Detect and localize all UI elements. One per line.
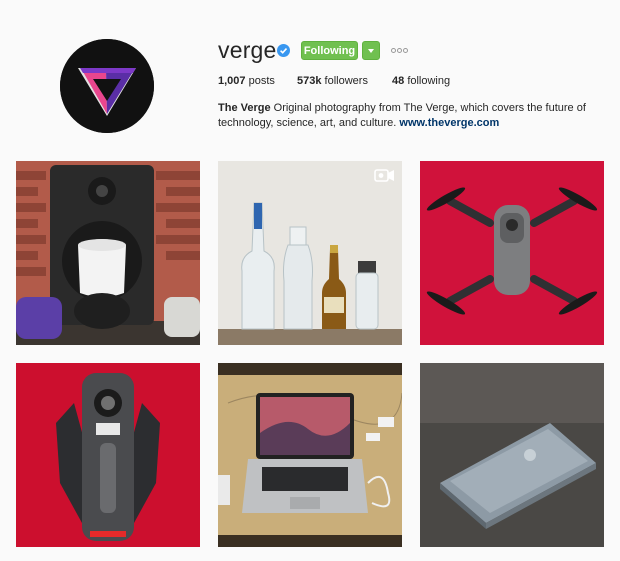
post-image <box>218 363 402 547</box>
post-image <box>420 363 604 547</box>
bio-name: The Verge <box>218 102 271 114</box>
post-thumbnail-4[interactable] <box>16 363 200 547</box>
post-thumbnail-3[interactable] <box>420 161 604 345</box>
following-stat[interactable]: 48 following <box>392 75 450 87</box>
post-image <box>16 363 200 547</box>
following-button[interactable]: Following <box>301 41 358 60</box>
post-thumbnail-2[interactable] <box>218 161 402 345</box>
post-image <box>218 161 402 345</box>
verified-badge-icon <box>277 44 290 57</box>
follow-options-dropdown-button[interactable] <box>362 41 380 60</box>
profile-bio: The Verge Original photography from The … <box>218 101 588 131</box>
post-image <box>420 161 604 345</box>
profile-username: verge <box>218 37 277 63</box>
profile-avatar[interactable] <box>60 39 154 133</box>
followers-stat[interactable]: 573k followers <box>297 75 368 87</box>
post-image <box>16 161 200 345</box>
bio-website-link[interactable]: www.theverge.com <box>399 117 499 129</box>
more-options-icon[interactable] <box>391 45 409 55</box>
post-thumbnail-6[interactable] <box>420 363 604 547</box>
posts-stat: 1,007 posts <box>218 75 275 87</box>
verge-logo-icon <box>60 39 154 133</box>
post-thumbnail-1[interactable] <box>16 161 200 345</box>
profile-header: verge Following 1,007 posts 573k followe… <box>0 0 620 150</box>
post-thumbnail-5[interactable] <box>218 363 402 547</box>
